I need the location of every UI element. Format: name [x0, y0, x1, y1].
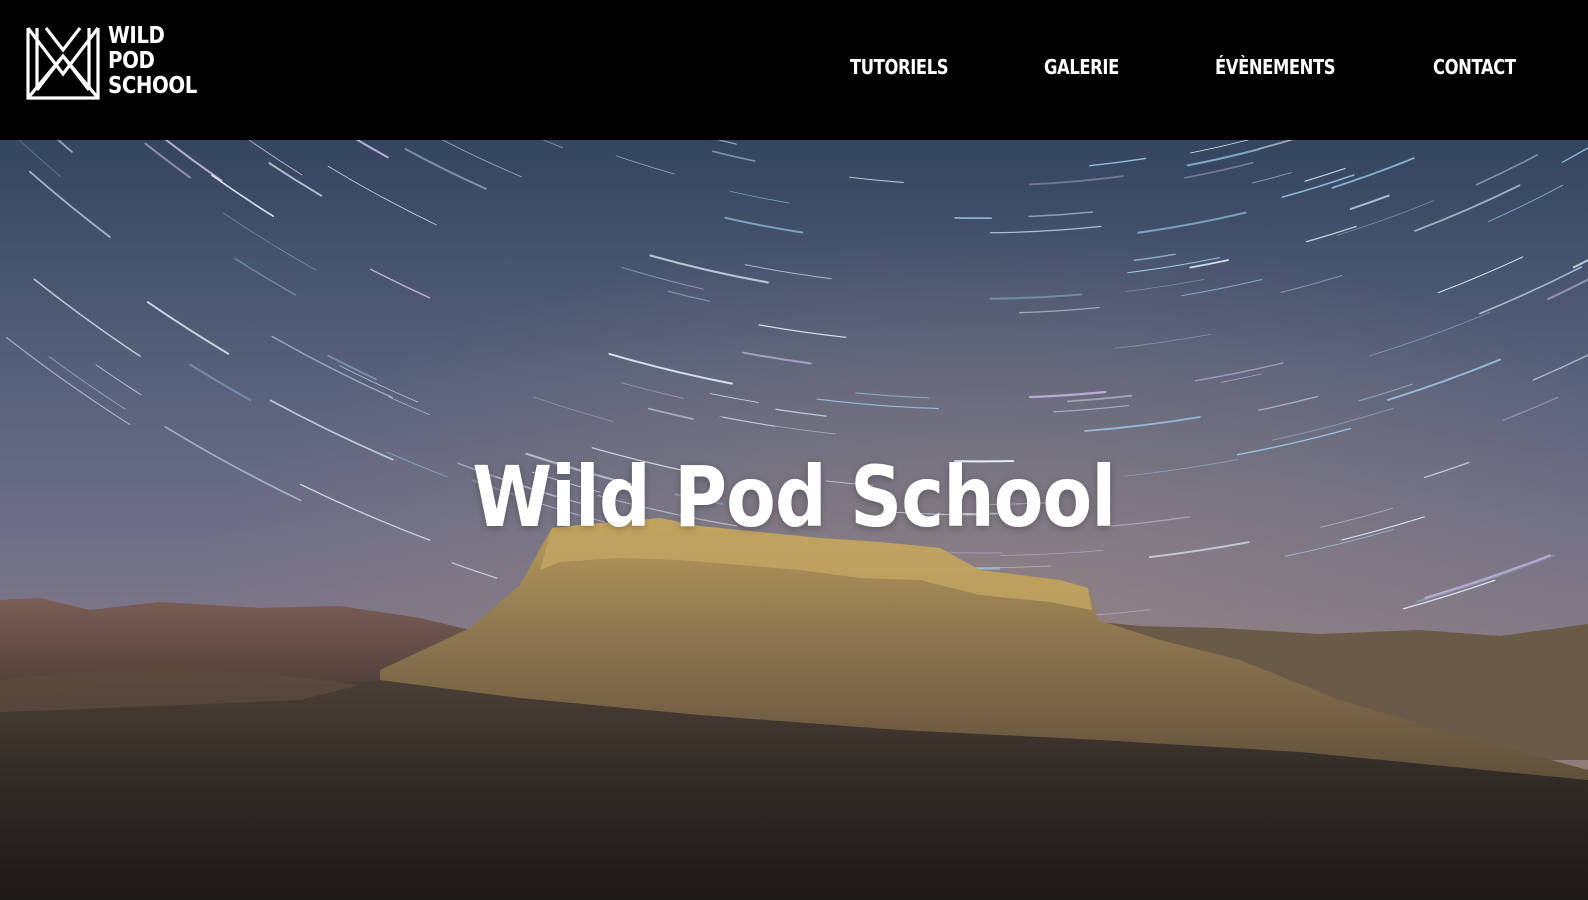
site-header: WILD POD SCHOOL TUTORIELS GALERIE ÉVÈNEM… [0, 0, 1588, 140]
logo-line-wild: WILD [108, 23, 165, 49]
hero-section: Wild Pod School [0, 140, 1588, 900]
nav-link-contact[interactable]: CONTACT [1433, 52, 1516, 82]
hero-title-text: Wild Pod School [472, 448, 1117, 546]
main-nav: TUTORIELS GALERIE ÉVÈNEMENTS CONTACT [0, 52, 1588, 84]
nav-link-evenements[interactable]: ÉVÈNEMENTS [1215, 52, 1336, 82]
nav-link-galerie[interactable]: GALERIE [1044, 52, 1119, 82]
hero-title: Wild Pod School [0, 452, 1588, 542]
nav-link-tutoriels[interactable]: TUTORIELS [850, 52, 949, 82]
